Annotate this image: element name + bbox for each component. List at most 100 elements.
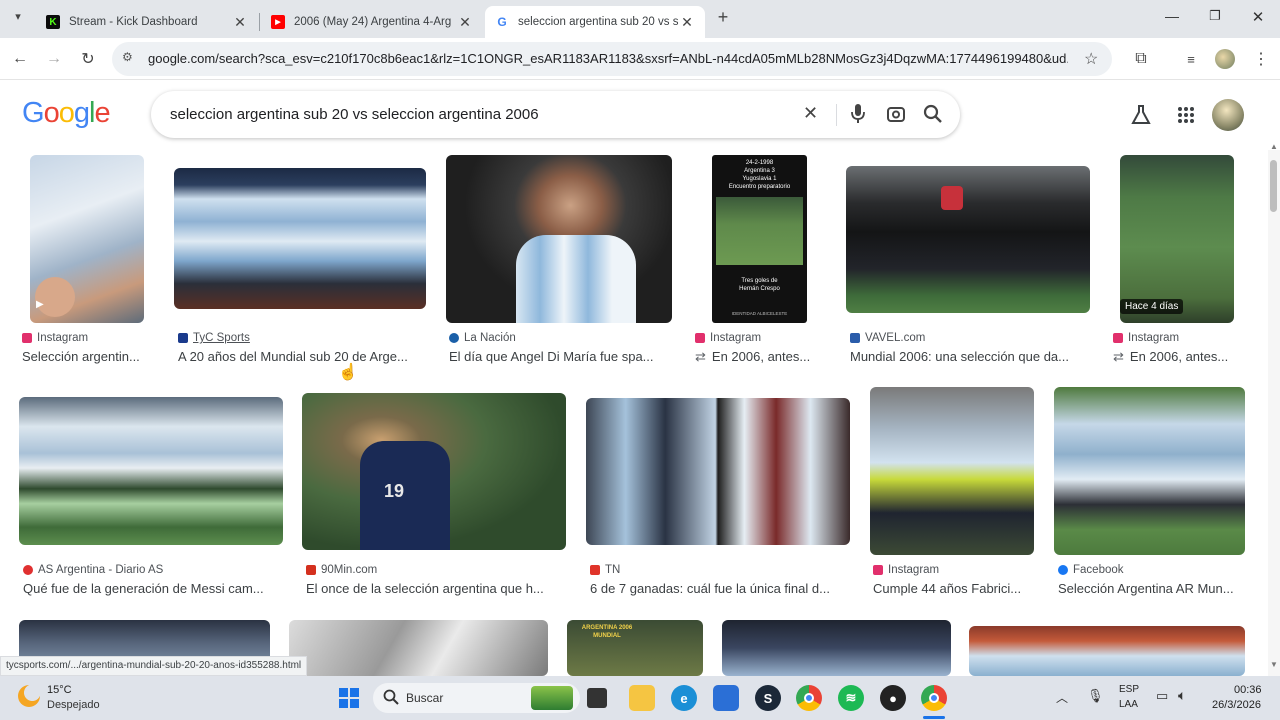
- spotify-icon[interactable]: ≋: [838, 685, 864, 711]
- result-title[interactable]: A 20 años del Mundial sub 20 de Arge...: [178, 349, 428, 364]
- result-thumbnail[interactable]: [1054, 387, 1245, 555]
- store-icon[interactable]: [713, 685, 739, 711]
- tab-search-chevron-icon[interactable]: ▾: [8, 10, 28, 28]
- result-title[interactable]: El once de la selección argentina que h.…: [306, 581, 562, 596]
- taskbar-search-placeholder: Buscar: [406, 691, 444, 705]
- result-thumbnail[interactable]: [174, 168, 426, 309]
- clear-icon[interactable]: ✕: [803, 103, 818, 124]
- result-title[interactable]: ⇄ En 2006, antes...: [1113, 349, 1253, 365]
- result-source: Instagram: [22, 332, 88, 344]
- start-button[interactable]: [336, 685, 362, 711]
- minimize-button[interactable]: —: [1160, 8, 1184, 28]
- close-icon[interactable]: ✕: [679, 14, 695, 31]
- la-nacion-icon: [449, 333, 459, 343]
- account-avatar[interactable]: [1212, 99, 1244, 131]
- result-title[interactable]: Selección argentin...: [22, 349, 162, 364]
- obs-icon[interactable]: ●: [880, 685, 906, 711]
- labs-flask-icon[interactable]: [1131, 104, 1151, 126]
- weather-desc[interactable]: Despejado: [47, 699, 100, 711]
- search-icon[interactable]: [923, 104, 943, 124]
- microphone-icon[interactable]: 🎙︎: [1087, 688, 1104, 704]
- steam-icon[interactable]: S: [755, 685, 781, 711]
- youtube-icon: ▶: [271, 15, 285, 29]
- result-thumbnail[interactable]: 24-2-1998 Argentina 3 Yugoslavia 1 Encuentr…: [712, 155, 807, 323]
- reload-icon[interactable]: ↻: [76, 47, 100, 71]
- volume-icon[interactable]: 🔈︎: [1178, 687, 1186, 704]
- task-view-icon[interactable]: [587, 688, 607, 708]
- file-explorer-icon[interactable]: [629, 685, 655, 711]
- extensions-icon[interactable]: ⧉: [1129, 47, 1153, 71]
- page-scrollbar[interactable]: ▲ ▼: [1268, 142, 1280, 676]
- result-source: Instagram: [1113, 332, 1179, 344]
- apps-grid-icon[interactable]: [1177, 106, 1195, 124]
- edge-icon[interactable]: e: [671, 685, 697, 711]
- tray-chevron-icon[interactable]: ︿: [1056, 689, 1068, 706]
- collection-icon: ⇄: [1113, 349, 1124, 364]
- profile-avatar[interactable]: [1213, 47, 1237, 71]
- forward-icon[interactable]: →: [42, 47, 66, 71]
- result-thumbnail[interactable]: [969, 626, 1245, 676]
- windows-taskbar: 15°C Despejado Buscar e S ≋ ● ︿ 🎙︎ ESP L…: [0, 676, 1280, 720]
- result-source: Facebook: [1058, 564, 1124, 576]
- taskbar-search[interactable]: Buscar: [373, 683, 580, 713]
- collection-icon: ⇄: [695, 349, 706, 364]
- network-icon[interactable]: ▭: [1156, 688, 1168, 704]
- result-thumbnail[interactable]: [722, 620, 951, 676]
- maximize-button[interactable]: ❐: [1203, 8, 1227, 28]
- result-thumbnail[interactable]: [289, 620, 548, 676]
- tab-title: Stream - Kick Dashboard: [69, 16, 198, 28]
- menu-icon[interactable]: ⋮: [1249, 47, 1273, 71]
- tab-kick[interactable]: K Stream - Kick Dashboard ✕: [36, 6, 258, 38]
- result-thumbnail[interactable]: Hace 4 días: [1120, 155, 1234, 323]
- language-bottom[interactable]: LAA: [1119, 699, 1138, 710]
- result-title[interactable]: Mundial 2006: una selección que da...: [850, 349, 1090, 364]
- site-info-icon[interactable]: ⚙: [122, 50, 138, 66]
- search-box[interactable]: seleccion argentina sub 20 vs seleccion …: [151, 91, 960, 138]
- result-thumbnail[interactable]: 19: [302, 393, 566, 550]
- tab-title: 2006 (May 24) Argentina 4-Arg: [294, 16, 452, 28]
- bookmark-star-icon[interactable]: ☆: [1084, 49, 1098, 69]
- new-tab-button[interactable]: +: [712, 7, 734, 31]
- result-thumbnail[interactable]: [446, 155, 672, 323]
- address-bar[interactable]: ⚙ google.com/search?sca_esv=c210f170c8b6…: [112, 42, 1112, 76]
- media-control-icon[interactable]: ≡: [1179, 47, 1203, 71]
- result-title[interactable]: Selección Argentina AR Mun...: [1058, 581, 1240, 596]
- result-title[interactable]: Cumple 44 años Fabrici...: [873, 581, 1035, 596]
- address-url: google.com/search?sca_esv=c210f170c8b6ea…: [148, 51, 1068, 66]
- back-icon[interactable]: ←: [8, 47, 32, 71]
- result-thumbnail[interactable]: [19, 397, 283, 545]
- browser-toolbar: ← → ↻ ⚙ google.com/search?sca_esv=c210f1…: [0, 38, 1280, 80]
- result-thumbnail[interactable]: ARGENTINA 2006 MUNDIAL: [567, 620, 703, 676]
- chrome-active-icon[interactable]: [921, 685, 947, 711]
- clock-time[interactable]: 00:36: [1234, 684, 1262, 696]
- tn-icon: [590, 565, 600, 575]
- lens-icon[interactable]: [886, 104, 906, 124]
- result-thumbnail[interactable]: ▶: [30, 155, 144, 323]
- play-icon: ▶: [36, 299, 44, 310]
- tab-youtube[interactable]: ▶ 2006 (May 24) Argentina 4-Arg ✕: [261, 6, 483, 38]
- result-title[interactable]: El día que Angel Di María fue spa...: [449, 349, 669, 364]
- close-icon[interactable]: ✕: [232, 14, 248, 31]
- language-top[interactable]: ESP: [1119, 684, 1139, 695]
- close-icon[interactable]: ✕: [457, 14, 473, 31]
- instagram-icon: [1113, 333, 1123, 343]
- result-title[interactable]: 6 de 7 ganadas: cuál fue la única final …: [590, 581, 846, 596]
- result-thumbnail[interactable]: [870, 387, 1034, 555]
- weather-moon-icon[interactable]: [18, 685, 40, 707]
- tab-google-search[interactable]: G seleccion argentina sub 20 vs s ✕: [485, 6, 705, 38]
- tab-title: seleccion argentina sub 20 vs s: [518, 16, 679, 28]
- search-input[interactable]: seleccion argentina sub 20 vs seleccion …: [170, 106, 539, 123]
- weather-temp[interactable]: 15°C: [47, 684, 72, 696]
- result-title[interactable]: Qué fue de la generación de Messi cam...: [23, 581, 281, 596]
- result-thumbnail[interactable]: [846, 166, 1090, 313]
- search-icon: [383, 689, 399, 710]
- result-source: 90Min.com: [306, 564, 377, 576]
- scrollbar-thumb[interactable]: [1270, 160, 1277, 212]
- microphone-icon[interactable]: [851, 103, 865, 125]
- google-logo[interactable]: Google: [22, 97, 111, 130]
- close-window-button[interactable]: ✕: [1246, 8, 1270, 28]
- clock-date[interactable]: 26/3/2026: [1212, 699, 1261, 711]
- chrome-icon[interactable]: [796, 685, 822, 711]
- result-thumbnail[interactable]: [586, 398, 850, 545]
- result-title[interactable]: ⇄ En 2006, antes...: [695, 349, 825, 365]
